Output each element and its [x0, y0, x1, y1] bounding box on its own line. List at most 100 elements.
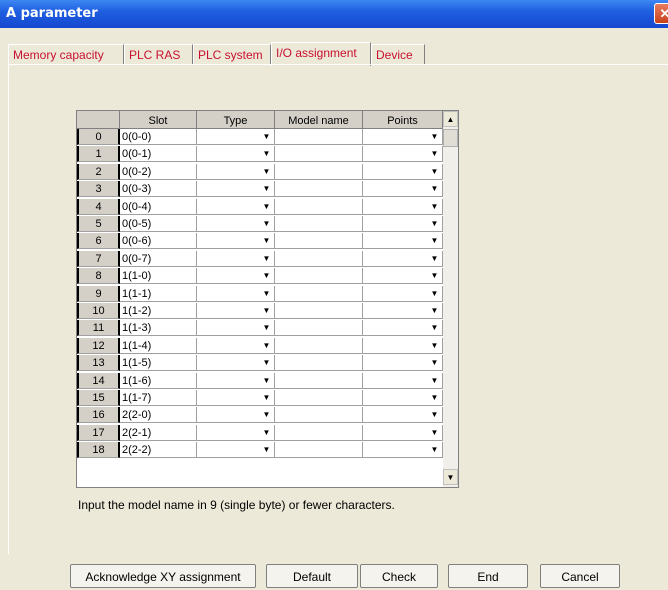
scroll-down-button[interactable]: ▼ — [443, 469, 458, 485]
model-name-input[interactable] — [275, 163, 363, 180]
model-name-input[interactable] — [275, 424, 363, 441]
chevron-down-icon[interactable]: ▼ — [260, 234, 273, 247]
points-select[interactable]: ▼ — [363, 129, 443, 145]
chevron-down-icon[interactable]: ▼ — [260, 165, 273, 178]
row-number[interactable]: 7 — [77, 250, 120, 267]
chevron-down-icon[interactable]: ▼ — [428, 217, 441, 230]
model-name-input[interactable] — [275, 390, 363, 406]
chevron-down-icon[interactable]: ▼ — [428, 147, 441, 160]
row-number[interactable]: 6 — [77, 233, 120, 250]
chevron-down-icon[interactable]: ▼ — [260, 182, 273, 195]
points-select[interactable]: ▼ — [363, 285, 443, 302]
chevron-down-icon[interactable]: ▼ — [428, 130, 441, 143]
grid-scrollbar[interactable]: ▲ ▼ — [443, 111, 458, 487]
type-select[interactable]: ▼ — [197, 146, 275, 163]
points-select[interactable]: ▼ — [363, 163, 443, 180]
type-select[interactable]: ▼ — [197, 250, 275, 267]
model-name-input[interactable] — [275, 198, 363, 215]
chevron-down-icon[interactable]: ▼ — [260, 269, 273, 282]
chevron-down-icon[interactable]: ▼ — [428, 252, 441, 265]
row-number[interactable]: 17 — [77, 424, 120, 441]
chevron-down-icon[interactable]: ▼ — [260, 147, 273, 160]
tab-plc-ras[interactable]: PLC RAS — [124, 44, 193, 64]
model-name-input[interactable] — [275, 372, 363, 389]
chevron-down-icon[interactable]: ▼ — [260, 287, 273, 300]
points-select[interactable]: ▼ — [363, 198, 443, 215]
type-select[interactable]: ▼ — [197, 198, 275, 215]
points-select[interactable]: ▼ — [363, 442, 443, 459]
chevron-down-icon[interactable]: ▼ — [260, 426, 273, 439]
chevron-down-icon[interactable]: ▼ — [260, 200, 273, 213]
chevron-down-icon[interactable]: ▼ — [260, 321, 273, 334]
type-select[interactable]: ▼ — [197, 407, 275, 424]
points-select[interactable]: ▼ — [363, 337, 443, 354]
type-select[interactable]: ▼ — [197, 390, 275, 406]
row-number[interactable]: 13 — [77, 355, 120, 372]
chevron-down-icon[interactable]: ▼ — [428, 408, 441, 421]
tab-io-assignment[interactable]: I/O assignment — [271, 42, 371, 66]
model-name-input[interactable] — [275, 233, 363, 250]
model-name-input[interactable] — [275, 337, 363, 354]
type-select[interactable]: ▼ — [197, 268, 275, 285]
chevron-down-icon[interactable]: ▼ — [260, 304, 273, 317]
scroll-up-button[interactable]: ▲ — [443, 111, 458, 127]
default-button[interactable]: Default — [266, 564, 358, 588]
header-corner[interactable] — [77, 111, 120, 129]
model-name-input[interactable] — [275, 407, 363, 424]
chevron-down-icon[interactable]: ▼ — [428, 391, 441, 404]
chevron-down-icon[interactable]: ▼ — [260, 443, 273, 456]
points-select[interactable]: ▼ — [363, 250, 443, 267]
row-number[interactable]: 1 — [77, 146, 120, 163]
chevron-down-icon[interactable]: ▼ — [260, 356, 273, 369]
row-number[interactable]: 16 — [77, 407, 120, 424]
points-select[interactable]: ▼ — [363, 424, 443, 441]
model-name-input[interactable] — [275, 129, 363, 145]
chevron-down-icon[interactable]: ▼ — [260, 391, 273, 404]
type-select[interactable]: ▼ — [197, 233, 275, 250]
points-select[interactable]: ▼ — [363, 181, 443, 198]
tab-plc-system[interactable]: PLC system — [193, 44, 271, 64]
row-number[interactable]: 9 — [77, 285, 120, 302]
chevron-down-icon[interactable]: ▼ — [428, 234, 441, 247]
chevron-down-icon[interactable]: ▼ — [260, 217, 273, 230]
model-name-input[interactable] — [275, 146, 363, 163]
chevron-down-icon[interactable]: ▼ — [428, 356, 441, 369]
row-number[interactable]: 11 — [77, 320, 120, 337]
chevron-down-icon[interactable]: ▼ — [428, 304, 441, 317]
row-number[interactable]: 10 — [77, 303, 120, 319]
points-select[interactable]: ▼ — [363, 320, 443, 337]
row-number[interactable]: 3 — [77, 181, 120, 198]
type-select[interactable]: ▼ — [197, 129, 275, 145]
chevron-down-icon[interactable]: ▼ — [428, 339, 441, 352]
row-number[interactable]: 15 — [77, 390, 120, 406]
model-name-input[interactable] — [275, 268, 363, 285]
chevron-down-icon[interactable]: ▼ — [428, 287, 441, 300]
points-select[interactable]: ▼ — [363, 407, 443, 424]
chevron-down-icon[interactable]: ▼ — [428, 165, 441, 178]
type-select[interactable]: ▼ — [197, 285, 275, 302]
row-number[interactable]: 12 — [77, 337, 120, 354]
chevron-down-icon[interactable]: ▼ — [260, 374, 273, 387]
row-number[interactable]: 5 — [77, 216, 120, 232]
model-name-input[interactable] — [275, 216, 363, 232]
chevron-down-icon[interactable]: ▼ — [260, 130, 273, 143]
points-select[interactable]: ▼ — [363, 146, 443, 163]
model-name-input[interactable] — [275, 355, 363, 372]
points-select[interactable]: ▼ — [363, 390, 443, 406]
type-select[interactable]: ▼ — [197, 424, 275, 441]
row-number[interactable]: 8 — [77, 268, 120, 285]
type-select[interactable]: ▼ — [197, 372, 275, 389]
chevron-down-icon[interactable]: ▼ — [428, 321, 441, 334]
chevron-down-icon[interactable]: ▼ — [428, 182, 441, 195]
type-select[interactable]: ▼ — [197, 337, 275, 354]
scroll-thumb[interactable] — [443, 129, 458, 147]
type-select[interactable]: ▼ — [197, 355, 275, 372]
points-select[interactable]: ▼ — [363, 303, 443, 319]
chevron-down-icon[interactable]: ▼ — [428, 426, 441, 439]
end-button[interactable]: End — [448, 564, 528, 588]
check-button[interactable]: Check — [360, 564, 438, 588]
type-select[interactable]: ▼ — [197, 181, 275, 198]
type-select[interactable]: ▼ — [197, 163, 275, 180]
tab-device[interactable]: Device — [371, 44, 425, 64]
chevron-down-icon[interactable]: ▼ — [428, 269, 441, 282]
